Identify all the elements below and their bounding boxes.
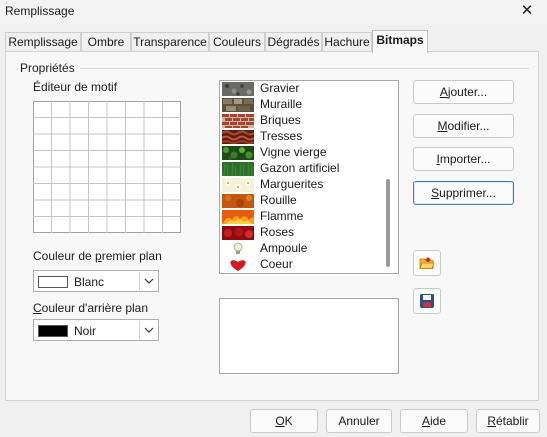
turf-thumb-icon [222,162,254,176]
tab-couleurs[interactable]: Couleurs [209,32,265,52]
bitmap-preview [219,298,399,374]
add-button[interactable]: Ajouter... [413,80,514,104]
chevron-down-icon[interactable] [139,272,157,290]
foreground-color-value: Blanc [74,275,105,289]
reset-button[interactable]: Rétablir [476,409,540,433]
save-disk-icon [420,294,434,308]
background-color-select[interactable]: Noir [33,319,159,341]
pattern-editor-grid[interactable] [33,101,181,233]
cancel-button[interactable]: Annuler [326,409,392,433]
list-scrollbar[interactable] [386,179,390,267]
wall-thumb-icon [222,98,254,112]
delete-button[interactable]: Supprimer... [413,181,514,205]
tab-ombre[interactable]: Ombre [81,32,131,52]
close-icon[interactable]: ✕ [517,1,537,21]
open-folder-icon [419,257,435,269]
heart-thumb-icon [222,258,254,272]
rust-thumb-icon [222,194,254,208]
tab-hachure[interactable]: Hachure [322,32,372,52]
tab-bitmaps[interactable]: Bitmaps [372,30,428,53]
background-color-label: Couleur d'arrière plan [33,301,149,315]
chevron-down-icon[interactable] [139,321,157,339]
bitmap-list[interactable]: Gravier Muraille Briques Tresses Vigne v… [219,80,399,274]
bulb-thumb-icon [222,242,254,256]
ok-button[interactable]: OK [250,409,318,433]
pattern-editor-label: Éditeur de motif [33,80,118,94]
foreground-color-select[interactable]: Blanc [33,270,159,292]
foreground-color-swatch [38,276,68,288]
tab-remplissage[interactable]: Remplissage [5,32,81,52]
background-color-swatch [38,325,68,337]
window-title: Remplissage [5,4,75,18]
roses-thumb-icon [222,226,254,240]
daisies-thumb-icon [222,178,254,192]
foreground-color-label: Couleur de premier plan [33,249,162,263]
tab-transparence[interactable]: Transparence [131,32,209,52]
modify-button[interactable]: Modifier... [413,114,514,138]
flame-thumb-icon [222,210,254,224]
title-bar: Remplissage ✕ [0,0,547,24]
properties-group-label: Propriétés [20,61,75,75]
gravel-thumb-icon [222,82,254,96]
group-divider [80,68,529,69]
load-list-button[interactable] [413,250,441,276]
import-button[interactable]: Importer... [413,147,514,171]
vine-thumb-icon [222,146,254,160]
tab-degrades[interactable]: Dégradés [265,32,322,52]
braids-thumb-icon [222,130,254,144]
bricks-thumb-icon [222,114,254,128]
help-button[interactable]: Aide [400,409,468,433]
save-list-button[interactable] [413,288,441,314]
background-color-value: Noir [74,324,97,338]
